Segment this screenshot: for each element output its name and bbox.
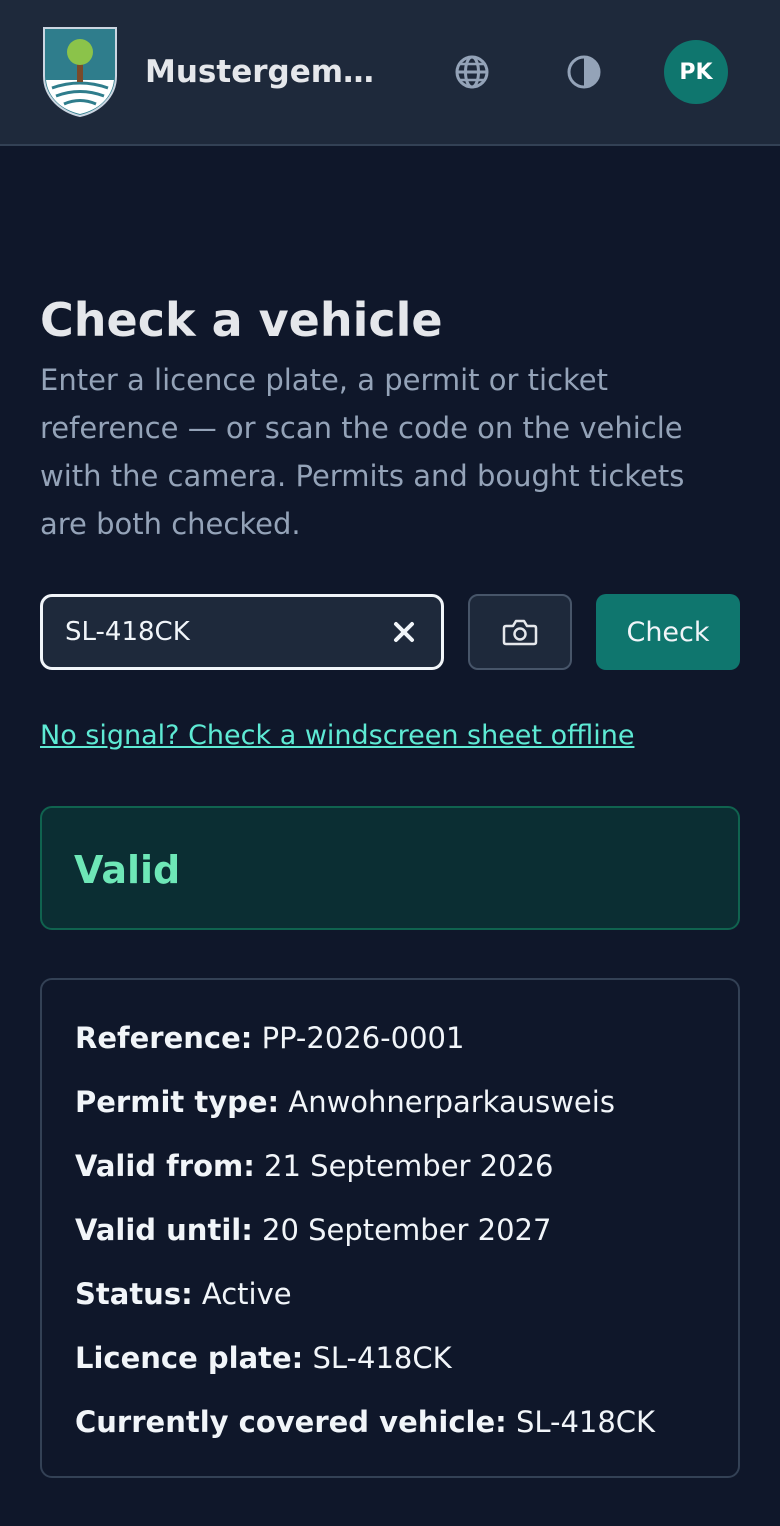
detail-value: 20 September 2027	[262, 1213, 552, 1247]
page-intro: Enter a licence plate, a permit or ticke…	[40, 363, 685, 541]
close-icon[interactable]	[389, 617, 419, 647]
detail-permit-type: Permit type: Anwohnerparkausweis	[75, 1082, 615, 1122]
detail-label: Reference:	[75, 1021, 253, 1055]
detail-status: Status: Active	[75, 1274, 292, 1314]
permit-details: Reference: PP-2026-0001 Permit type: Anw…	[40, 978, 740, 1478]
detail-label: Currently covered vehicle:	[75, 1405, 507, 1439]
detail-value: PP-2026-0001	[261, 1021, 465, 1055]
app-header: Mustergemeinde PK	[0, 0, 780, 146]
detail-value: SL-418CK	[312, 1341, 452, 1375]
municipality-logo	[43, 27, 117, 118]
detail-label: Status:	[75, 1277, 193, 1311]
detail-licence-plate: Licence plate: SL-418CK	[75, 1338, 452, 1378]
user-avatar[interactable]: PK	[664, 40, 728, 104]
detail-label: Permit type:	[75, 1085, 280, 1119]
detail-valid-from: Valid from: 21 September 2026	[75, 1146, 553, 1186]
page-title: Check a vehicle	[40, 293, 443, 347]
detail-label: Valid from:	[75, 1149, 255, 1183]
result-banner: Valid	[40, 806, 740, 930]
detail-value: Active	[201, 1277, 292, 1311]
detail-value: 21 September 2026	[264, 1149, 554, 1183]
app-title: Mustergemeinde	[145, 54, 390, 90]
search-field	[40, 594, 444, 670]
result-status: Valid	[74, 848, 181, 892]
detail-label: Valid until:	[75, 1213, 253, 1247]
globe-icon[interactable]	[452, 52, 492, 92]
detail-valid-until: Valid until: 20 September 2027	[75, 1210, 551, 1250]
offline-check-link[interactable]: No signal? Check a windscreen sheet offl…	[40, 716, 634, 756]
search-input[interactable]	[65, 597, 385, 667]
detail-label: Licence plate:	[75, 1341, 304, 1375]
detail-reference: Reference: PP-2026-0001	[75, 1018, 464, 1058]
camera-icon	[502, 619, 538, 646]
check-button[interactable]: Check	[596, 594, 740, 670]
contrast-icon[interactable]	[564, 52, 604, 92]
detail-covered-vehicle: Currently covered vehicle: SL-418CK	[75, 1402, 655, 1442]
detail-value: Anwohnerparkausweis	[288, 1085, 615, 1119]
scan-camera-button[interactable]	[468, 594, 572, 670]
detail-value: SL-418CK	[515, 1405, 656, 1439]
